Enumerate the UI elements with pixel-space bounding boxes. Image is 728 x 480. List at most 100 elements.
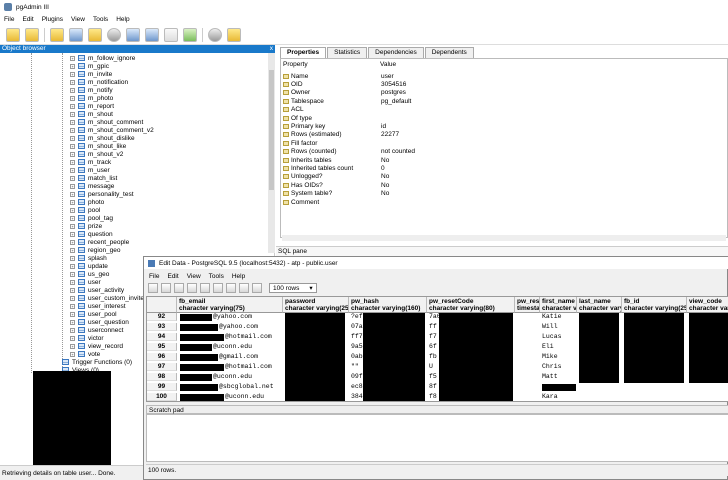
tree-item-table[interactable]: + pool_tag	[70, 214, 113, 222]
save-icon[interactable]	[148, 283, 158, 293]
tree-item-table[interactable]: + recent_people	[70, 238, 129, 246]
tree-item-table[interactable]: + m_user	[70, 166, 110, 174]
expand-icon[interactable]: +	[70, 231, 75, 237]
sql-icon[interactable]	[107, 27, 121, 42]
ed-menu-edit[interactable]: Edit	[167, 273, 178, 280]
property-row[interactable]: Primary key id	[283, 122, 386, 130]
ed-menu-tools[interactable]: Tools	[209, 273, 224, 280]
expand-icon[interactable]: +	[70, 311, 75, 317]
tree-item-table[interactable]: + region_geo	[70, 246, 121, 254]
row-number[interactable]: 94	[147, 333, 177, 341]
property-row[interactable]: Name user	[283, 72, 394, 80]
value-column-header[interactable]: Value	[380, 61, 396, 69]
filter-icon[interactable]	[226, 283, 236, 293]
expand-icon[interactable]: +	[70, 55, 75, 61]
delete-icon[interactable]	[213, 283, 223, 293]
tree-item-table[interactable]: + user_custom_invite	[70, 294, 144, 302]
property-row[interactable]: Has OIDs? No	[283, 181, 389, 189]
menu-help[interactable]: Help	[116, 16, 129, 23]
tree-item-table[interactable]: + user_pool	[70, 310, 117, 318]
column-header[interactable]: pw_resetCode character varying(80)	[427, 297, 515, 313]
expand-icon[interactable]: +	[70, 271, 75, 277]
column-header[interactable]: view_codecharacter varyi	[687, 297, 728, 313]
tree-item-table[interactable]: + victor	[70, 334, 104, 342]
plugins-icon[interactable]	[183, 27, 197, 42]
first-name-cell[interactable]: Chris	[542, 363, 576, 371]
tree-item-table[interactable]: + m_invite	[70, 70, 112, 78]
menu-edit[interactable]: Edit	[22, 16, 33, 23]
column-header[interactable]: first_name character va	[540, 297, 577, 313]
expand-icon[interactable]: +	[70, 303, 75, 309]
property-row[interactable]: Of type	[283, 114, 381, 122]
column-header[interactable]: pw_hash character varying(160)	[349, 297, 427, 313]
tree-item-table[interactable]: + prize	[70, 222, 102, 230]
property-row[interactable]: Owner postgres	[283, 89, 406, 97]
folder-icon[interactable]	[50, 27, 64, 42]
tab-dependents[interactable]: Dependents	[424, 47, 474, 58]
property-row[interactable]: Inherits tables No	[283, 156, 389, 164]
tree-item-table[interactable]: + m_shout_like	[70, 142, 126, 150]
expand-icon[interactable]: +	[70, 79, 75, 85]
row-number[interactable]: 92	[147, 313, 177, 321]
tree-item-table[interactable]: + user_interest	[70, 302, 126, 310]
copy-icon[interactable]	[187, 283, 197, 293]
expand-icon[interactable]: +	[70, 247, 75, 253]
maintenance-icon[interactable]	[164, 27, 178, 42]
tree-item-table[interactable]: + message	[70, 182, 114, 190]
properties-icon[interactable]	[69, 27, 83, 42]
property-row[interactable]: OID 3054516	[283, 80, 406, 88]
first-name-cell[interactable]: Eli	[542, 343, 576, 351]
expand-icon[interactable]: +	[70, 239, 75, 245]
expand-icon[interactable]: +	[70, 175, 75, 181]
property-row[interactable]: Rows (estimated) 22277	[283, 131, 399, 139]
column-header[interactable]: password character varying(25)	[283, 297, 349, 313]
expand-icon[interactable]: +	[70, 199, 75, 205]
hint-icon[interactable]	[208, 27, 222, 42]
expand-icon[interactable]: +	[70, 319, 75, 325]
tab-statistics[interactable]: Statistics	[327, 47, 368, 58]
tree-item-table[interactable]: + m_notification	[70, 78, 128, 86]
refresh-icon[interactable]	[161, 283, 171, 293]
tree-item-table[interactable]: + m_track	[70, 158, 111, 166]
property-column-header[interactable]: Property	[283, 61, 308, 69]
tree-item-table[interactable]: + view_record	[70, 342, 123, 350]
tree-scrollbar-thumb[interactable]	[269, 70, 274, 190]
first-name-cell[interactable]: Kara	[542, 393, 576, 401]
tree-item-table[interactable]: + user_question	[70, 318, 129, 326]
menu-view[interactable]: View	[71, 16, 85, 23]
expand-icon[interactable]: +	[70, 167, 75, 173]
property-row[interactable]: Inherited tables count 0	[283, 164, 385, 172]
ed-menu-file[interactable]: File	[149, 273, 159, 280]
undo-icon[interactable]	[174, 283, 184, 293]
email-cell[interactable]: @yahoo.com	[219, 323, 289, 331]
row-number[interactable]: 100	[147, 393, 177, 401]
tree-item-table[interactable]: + m_shout_dislike	[70, 134, 135, 142]
tree-item-table[interactable]: + pool	[70, 206, 100, 214]
expand-icon[interactable]: +	[70, 87, 75, 93]
help-icon[interactable]	[252, 283, 262, 293]
menu-file[interactable]: File	[4, 16, 14, 23]
tree-item-table[interactable]: + m_photo	[70, 94, 113, 102]
expand-icon[interactable]: +	[70, 343, 75, 349]
connect-icon[interactable]	[6, 27, 20, 42]
first-name-cell[interactable]: Mike	[542, 353, 576, 361]
expand-icon[interactable]: +	[70, 279, 75, 285]
first-name-cell[interactable]: Will	[542, 323, 576, 331]
expand-icon[interactable]: +	[70, 295, 75, 301]
first-name-cell[interactable]: Katie	[542, 313, 576, 321]
close-icon[interactable]: x	[270, 45, 273, 53]
column-header[interactable]: pw_resetimesta	[515, 297, 540, 313]
expand-icon[interactable]: +	[70, 103, 75, 109]
email-cell[interactable]: @yahoo.com	[213, 313, 283, 321]
tab-properties[interactable]: Properties	[280, 47, 327, 58]
expand-icon[interactable]: +	[70, 95, 75, 101]
first-name-cell[interactable]: Matt	[542, 373, 576, 381]
expand-icon[interactable]: +	[70, 159, 75, 165]
tree-item-table[interactable]: + splash	[70, 254, 107, 262]
expand-icon[interactable]: +	[70, 287, 75, 293]
column-header[interactable]: fb_email character varying(75)	[177, 297, 283, 313]
expand-icon[interactable]: +	[70, 183, 75, 189]
expand-icon[interactable]: +	[70, 351, 75, 357]
first-name-cell[interactable]: Lucas	[542, 333, 576, 341]
expand-icon[interactable]: +	[70, 335, 75, 341]
